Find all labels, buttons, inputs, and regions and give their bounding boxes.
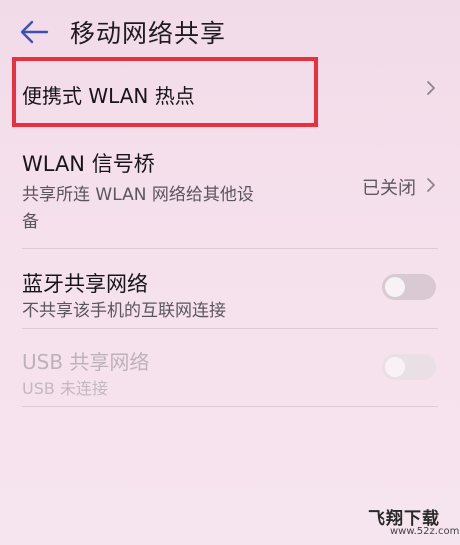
wlan-bridge-title: WLAN 信号桥 <box>22 152 155 176</box>
usb-tethering-title: USB 共享网络 <box>22 350 150 374</box>
wlan-bridge-status: 已关闭 <box>362 178 416 199</box>
chevron-right-icon <box>427 81 435 95</box>
usb-tethering-toggle <box>382 354 436 380</box>
divider <box>22 248 438 249</box>
page-title: 移动网络共享 <box>70 19 227 48</box>
toggle-knob <box>385 357 405 377</box>
wlan-bridge-subtitle-cont: 备 <box>22 212 39 232</box>
back-arrow-icon[interactable] <box>18 18 50 46</box>
watermark: 飞翔下载 www.52z.com <box>368 504 460 544</box>
toggle-knob <box>385 277 405 297</box>
red-highlight-box <box>12 57 318 127</box>
bluetooth-tethering-title: 蓝牙共享网络 <box>22 272 148 296</box>
usb-tethering-subtitle: USB 未连接 <box>22 379 108 398</box>
wlan-bridge-subtitle: 共享所连 WLAN 网络给其他设 <box>22 185 254 205</box>
bluetooth-tethering-subtitle: 不共享该手机的互联网连接 <box>22 301 226 321</box>
divider <box>22 406 438 407</box>
watermark-url: www.52z.com <box>390 526 460 537</box>
bluetooth-tethering-toggle[interactable] <box>382 274 436 300</box>
chevron-right-icon <box>427 178 435 192</box>
divider <box>22 328 438 329</box>
app-bar: 移动网络共享 <box>0 0 460 62</box>
